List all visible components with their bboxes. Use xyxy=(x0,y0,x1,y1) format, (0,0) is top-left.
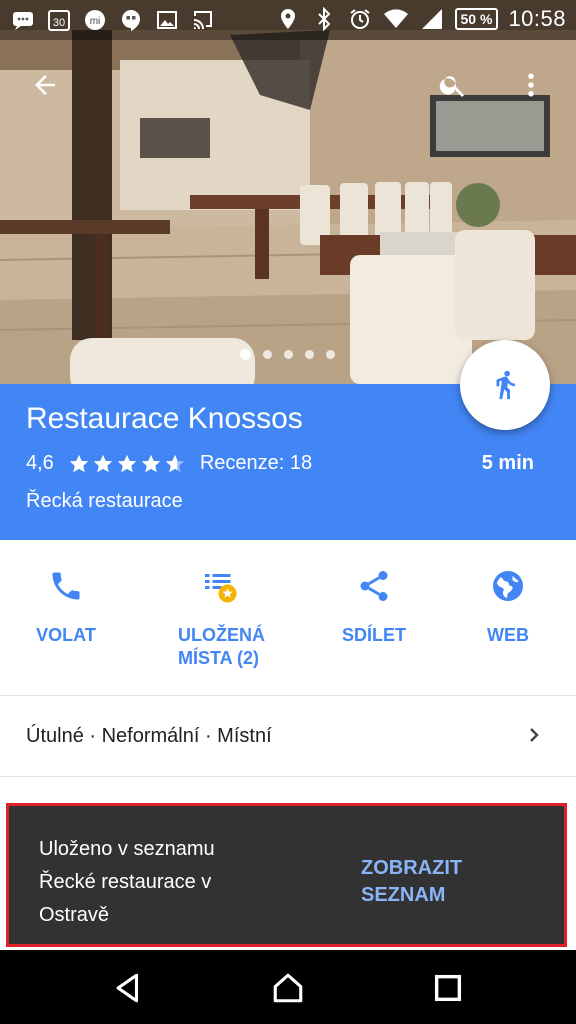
view-list-button[interactable]: ZOBRAZIT SEZNAM xyxy=(361,855,462,909)
directions-walk-button[interactable] xyxy=(460,340,550,430)
wifi-icon xyxy=(383,6,409,32)
hangouts-icon xyxy=(118,7,144,33)
nav-home-button[interactable] xyxy=(270,970,306,1006)
place-title: Restaurace Knossos xyxy=(26,402,303,435)
status-time: 10:58 xyxy=(508,6,566,31)
cast-icon xyxy=(190,7,216,33)
star-icon xyxy=(141,454,160,472)
back-triangle-icon xyxy=(116,973,139,1003)
nav-back-button[interactable] xyxy=(110,970,146,1006)
more-vert-icon xyxy=(528,73,534,97)
saved-places-button[interactable]: ULOŽENÁ MÍSTA (2) xyxy=(132,540,308,696)
action-buttons: VOLAT ULOŽENÁ MÍSTA (2) SDÍLET WEB xyxy=(0,540,576,696)
gallery-icon xyxy=(154,7,180,33)
search-icon xyxy=(439,76,464,97)
rating-value: 4,6 xyxy=(26,452,54,474)
pager-dot[interactable] xyxy=(284,350,293,359)
place-photo[interactable] xyxy=(0,0,576,384)
search-button[interactable] xyxy=(430,62,476,108)
more-options-button[interactable] xyxy=(508,62,554,108)
svg-text:mi: mi xyxy=(90,16,101,27)
share-icon xyxy=(354,566,394,606)
mi-icon: mi xyxy=(82,7,108,33)
photo-pager-dots xyxy=(240,349,335,360)
place-category: Řecká restaurace xyxy=(26,490,183,512)
call-button[interactable]: VOLAT xyxy=(0,540,132,696)
website-label: WEB xyxy=(487,625,529,645)
saved-places-label: ULOŽENÁ MÍSTA (2) xyxy=(178,625,265,668)
calendar-day: 30 xyxy=(53,17,65,29)
status-bar: 30 mi 50 % 10:58 xyxy=(0,0,576,40)
battery-level: 50 % xyxy=(460,11,493,27)
chevron-right-icon xyxy=(530,728,539,742)
home-icon xyxy=(273,973,303,1003)
call-label: VOLAT xyxy=(36,625,96,645)
phone-icon xyxy=(46,566,86,606)
recents-icon xyxy=(434,974,462,1002)
travel-time: 5 min xyxy=(481,452,534,474)
pager-dot[interactable] xyxy=(263,350,272,359)
saved-list-icon xyxy=(200,566,240,606)
share-label: SDÍLET xyxy=(341,625,406,645)
calendar-icon: 30 xyxy=(46,7,72,33)
nav-recents-button[interactable] xyxy=(430,970,466,1006)
reviews-count: Recenze: 18 xyxy=(199,452,313,474)
pager-dot-active[interactable] xyxy=(240,349,251,360)
alarm-icon xyxy=(347,6,373,32)
bluetooth-icon xyxy=(311,6,337,32)
star-icon xyxy=(165,454,184,472)
snackbar: Uloženo v seznamu Řecké restaurace v Ost… xyxy=(6,803,567,947)
arrow-back-icon xyxy=(35,75,55,95)
rating-row[interactable]: 4,6 Recenze: 18 xyxy=(26,452,312,475)
chat-icon xyxy=(10,7,36,33)
snackbar-message: Uloženo v seznamu Řecké restaurace v Ost… xyxy=(39,838,215,926)
walking-icon xyxy=(496,370,515,400)
star-icon xyxy=(117,454,136,472)
battery-icon: 50 % xyxy=(454,8,499,30)
attributes-row[interactable]: Útulné · Neformální · Místní xyxy=(0,697,576,777)
website-button[interactable]: WEB xyxy=(440,540,576,696)
back-button[interactable] xyxy=(22,62,68,108)
restaurant-interior-photo xyxy=(0,0,576,384)
signal-icon xyxy=(419,6,445,32)
star-icon xyxy=(69,454,88,472)
share-button[interactable]: SDÍLET xyxy=(308,540,440,696)
globe-icon xyxy=(488,566,528,606)
location-icon xyxy=(275,6,301,32)
attributes-text: Útulné · Neformální · Místní xyxy=(26,725,272,747)
star-icon xyxy=(93,454,112,472)
rating-stars xyxy=(68,453,186,475)
navigation-bar xyxy=(0,950,576,1024)
pager-dot[interactable] xyxy=(305,350,314,359)
pager-dot[interactable] xyxy=(326,350,335,359)
